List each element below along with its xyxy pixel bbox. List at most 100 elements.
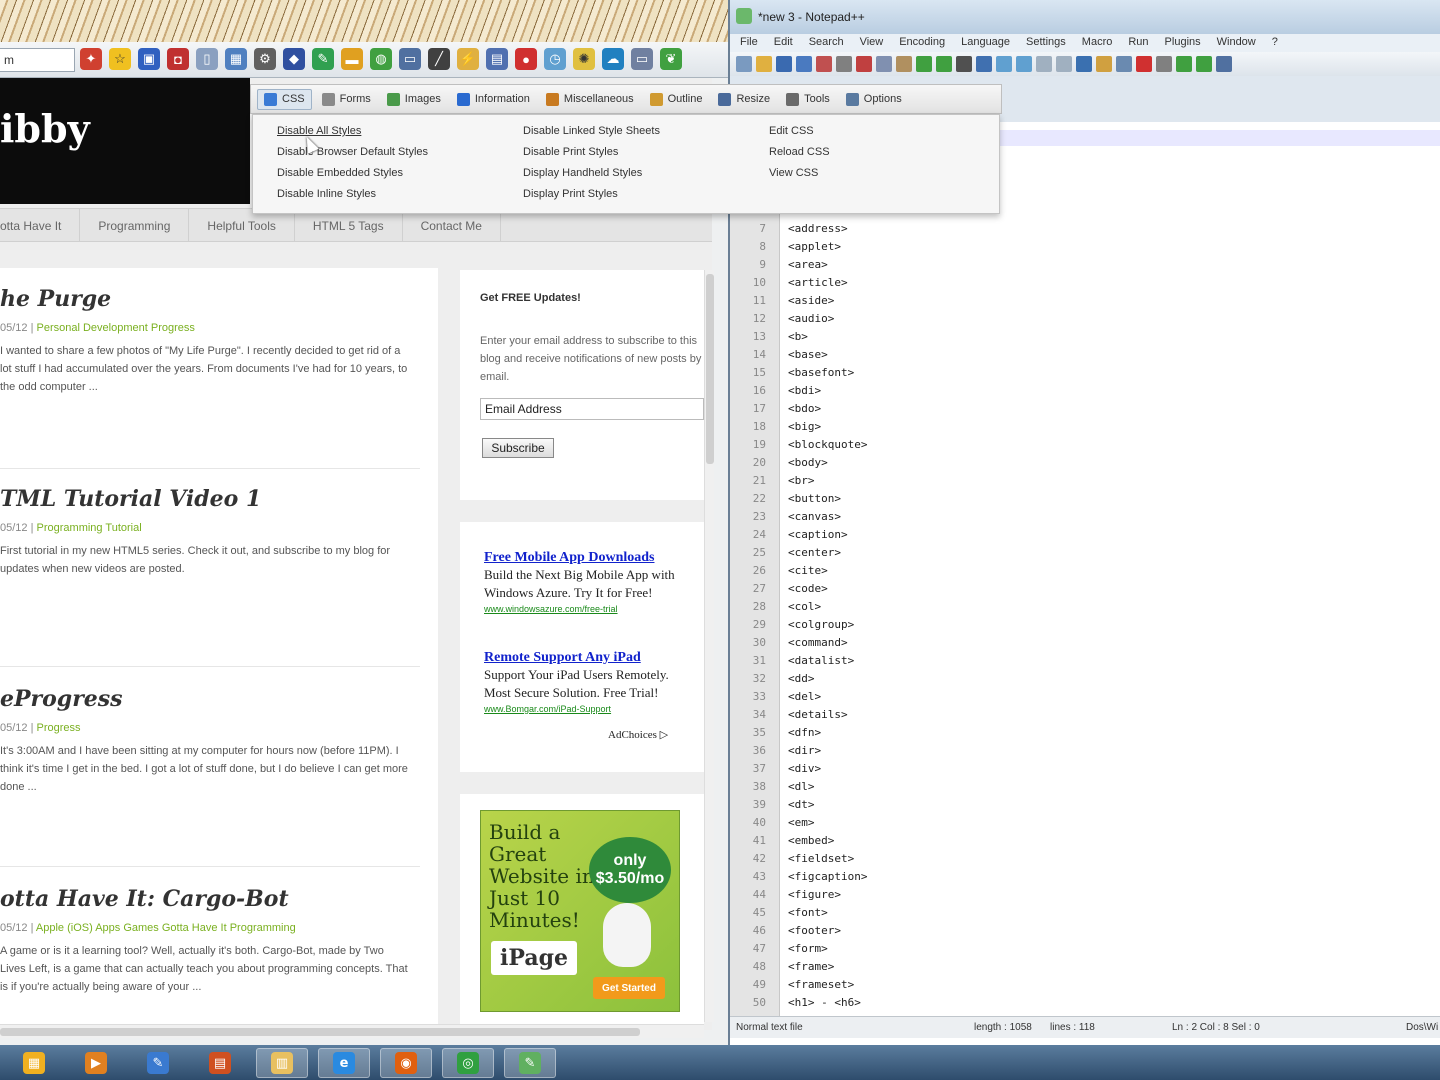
menu-edit[interactable]: Edit bbox=[774, 34, 793, 52]
menu-encoding[interactable]: Encoding bbox=[899, 34, 945, 52]
code-line[interactable]: 30 <command> bbox=[730, 634, 1440, 652]
run-macro-icon[interactable] bbox=[1196, 56, 1212, 72]
code-line[interactable]: 48 <frame> bbox=[730, 958, 1440, 976]
menu-view-css[interactable]: View CSS bbox=[769, 165, 830, 186]
taskbar-internet-explorer[interactable]: e bbox=[318, 1048, 370, 1078]
globe-icon[interactable]: ◍ bbox=[370, 48, 392, 70]
webdev-menu-outline[interactable]: Outline bbox=[644, 90, 709, 109]
record-icon[interactable]: ● bbox=[515, 48, 537, 70]
code-line[interactable]: 10 <article> bbox=[730, 274, 1440, 292]
code-line[interactable]: 45 <font> bbox=[730, 904, 1440, 922]
taskbar-media[interactable]: ▶ bbox=[70, 1048, 122, 1078]
code-line[interactable]: 47 <form> bbox=[730, 940, 1440, 958]
webdev-menu-options[interactable]: Options bbox=[840, 90, 908, 109]
nav-gotta-have-it[interactable]: otta Have It bbox=[0, 209, 81, 241]
code-line[interactable]: 24 <caption> bbox=[730, 526, 1440, 544]
show-all-chars-icon[interactable] bbox=[1096, 56, 1112, 72]
menu-display-handheld-styles[interactable]: Display Handheld Styles bbox=[523, 165, 660, 186]
menu-disable-inline-styles[interactable]: Disable Inline Styles bbox=[277, 186, 428, 207]
code-line[interactable]: 7 <address> bbox=[730, 220, 1440, 238]
calendar-icon[interactable]: ▦ bbox=[225, 48, 247, 70]
taskbar-paint[interactable]: ✎ bbox=[132, 1048, 184, 1078]
menu-macro[interactable]: Macro bbox=[1082, 34, 1113, 52]
menu-disable-all-styles[interactable]: Disable All Styles bbox=[277, 123, 428, 144]
pencil-icon[interactable]: ✎ bbox=[312, 48, 334, 70]
fold-icon[interactable] bbox=[1116, 56, 1132, 72]
code-line[interactable]: 12 <audio> bbox=[730, 310, 1440, 328]
code-line[interactable]: 22 <button> bbox=[730, 490, 1440, 508]
paste-icon[interactable] bbox=[896, 56, 912, 72]
code-line[interactable]: 11 <aside> bbox=[730, 292, 1440, 310]
addon-icon[interactable]: ✦ bbox=[80, 48, 102, 70]
print-icon[interactable] bbox=[836, 56, 852, 72]
post-title[interactable]: he Purge bbox=[0, 286, 438, 312]
code-line[interactable]: 19 <blockquote> bbox=[730, 436, 1440, 454]
code-line[interactable]: 13 <b> bbox=[730, 328, 1440, 346]
menu-disable-linked-style-sheets[interactable]: Disable Linked Style Sheets bbox=[523, 123, 660, 144]
ad-url-link[interactable]: www.Bomgar.com/iPad-Support bbox=[484, 704, 684, 714]
scrollbar-thumb[interactable] bbox=[0, 1028, 640, 1036]
site-title[interactable]: ibby bbox=[0, 106, 90, 151]
code-line[interactable]: 36 <dir> bbox=[730, 742, 1440, 760]
webdev-menu-resize[interactable]: Resize bbox=[712, 90, 776, 109]
menu-run[interactable]: Run bbox=[1128, 34, 1148, 52]
code-line[interactable]: 49 <frameset> bbox=[730, 976, 1440, 994]
menu-disable-embedded-styles[interactable]: Disable Embedded Styles bbox=[277, 165, 428, 186]
lightning-icon[interactable]: ⚡ bbox=[457, 48, 479, 70]
indent-guide-icon[interactable] bbox=[1076, 56, 1092, 72]
nav-programming[interactable]: Programming bbox=[80, 209, 190, 241]
webdev-menu-forms[interactable]: Forms bbox=[316, 90, 377, 109]
code-line[interactable]: 38 <dl> bbox=[730, 778, 1440, 796]
cut-icon[interactable] bbox=[856, 56, 872, 72]
menu-disable-print-styles[interactable]: Disable Print Styles bbox=[523, 144, 660, 165]
code-line[interactable]: 34 <details> bbox=[730, 706, 1440, 724]
address-bar[interactable]: m bbox=[0, 48, 75, 72]
bookmark-star-icon[interactable]: ☆ bbox=[109, 48, 131, 70]
code-line[interactable]: 35 <dfn> bbox=[730, 724, 1440, 742]
gear-icon[interactable]: ⚙ bbox=[254, 48, 276, 70]
code-line[interactable]: 17 <bdo> bbox=[730, 400, 1440, 418]
code-line[interactable]: 14 <base> bbox=[730, 346, 1440, 364]
pocket-icon[interactable]: ◘ bbox=[167, 48, 189, 70]
code-line[interactable]: 40 <em> bbox=[730, 814, 1440, 832]
save-macro-icon[interactable] bbox=[1216, 56, 1232, 72]
grid-icon[interactable]: ▤ bbox=[486, 48, 508, 70]
code-line[interactable]: 28 <col> bbox=[730, 598, 1440, 616]
ad-url-link[interactable]: www.windowsazure.com/free-trial bbox=[484, 604, 684, 614]
banner-cta-button[interactable]: Get Started bbox=[593, 977, 665, 999]
webdev-menu-images[interactable]: Images bbox=[381, 90, 447, 109]
taskbar-folder[interactable]: ▥ bbox=[256, 1048, 308, 1078]
menu-plugins[interactable]: Plugins bbox=[1165, 34, 1201, 52]
menu-reload-css[interactable]: Reload CSS bbox=[769, 144, 830, 165]
code-line[interactable]: 32 <dd> bbox=[730, 670, 1440, 688]
code-line[interactable]: 44 <figure> bbox=[730, 886, 1440, 904]
code-line[interactable]: 31 <datalist> bbox=[730, 652, 1440, 670]
replace-icon[interactable] bbox=[976, 56, 992, 72]
save-icon[interactable] bbox=[776, 56, 792, 72]
zoom-out-icon[interactable] bbox=[1016, 56, 1032, 72]
code-line[interactable]: 33 <del> bbox=[730, 688, 1440, 706]
code-line[interactable]: 27 <code> bbox=[730, 580, 1440, 598]
webdev-menu-tools[interactable]: Tools bbox=[780, 90, 836, 109]
email-field[interactable] bbox=[480, 398, 704, 420]
code-line[interactable]: 37 <div> bbox=[730, 760, 1440, 778]
menu-help[interactable]: ? bbox=[1272, 34, 1278, 52]
vertical-scrollbar[interactable] bbox=[704, 270, 714, 1022]
post-categories[interactable]: Programming Tutorial bbox=[37, 522, 142, 534]
save-icon[interactable]: ▣ bbox=[138, 48, 160, 70]
code-line[interactable]: 16 <bdi> bbox=[730, 382, 1440, 400]
code-line[interactable]: 8 <applet> bbox=[730, 238, 1440, 256]
menu-search[interactable]: Search bbox=[809, 34, 844, 52]
code-line[interactable]: 20 <body> bbox=[730, 454, 1440, 472]
taskbar-notepad-plus-plus[interactable]: ✎ bbox=[504, 1048, 556, 1078]
adchoices-link[interactable]: AdChoices ▷ bbox=[608, 728, 668, 741]
new-file-icon[interactable] bbox=[736, 56, 752, 72]
taskbar-firefox[interactable]: ◉ bbox=[380, 1048, 432, 1078]
webdev-menu-miscellaneous[interactable]: Miscellaneous bbox=[540, 90, 640, 109]
menu-window[interactable]: Window bbox=[1217, 34, 1256, 52]
screen-icon[interactable]: ▭ bbox=[631, 48, 653, 70]
post-title[interactable]: otta Have It: Cargo-Bot bbox=[0, 886, 438, 912]
code-line[interactable]: 18 <big> bbox=[730, 418, 1440, 436]
menu-file[interactable]: File bbox=[740, 34, 758, 52]
code-line[interactable]: 25 <center> bbox=[730, 544, 1440, 562]
